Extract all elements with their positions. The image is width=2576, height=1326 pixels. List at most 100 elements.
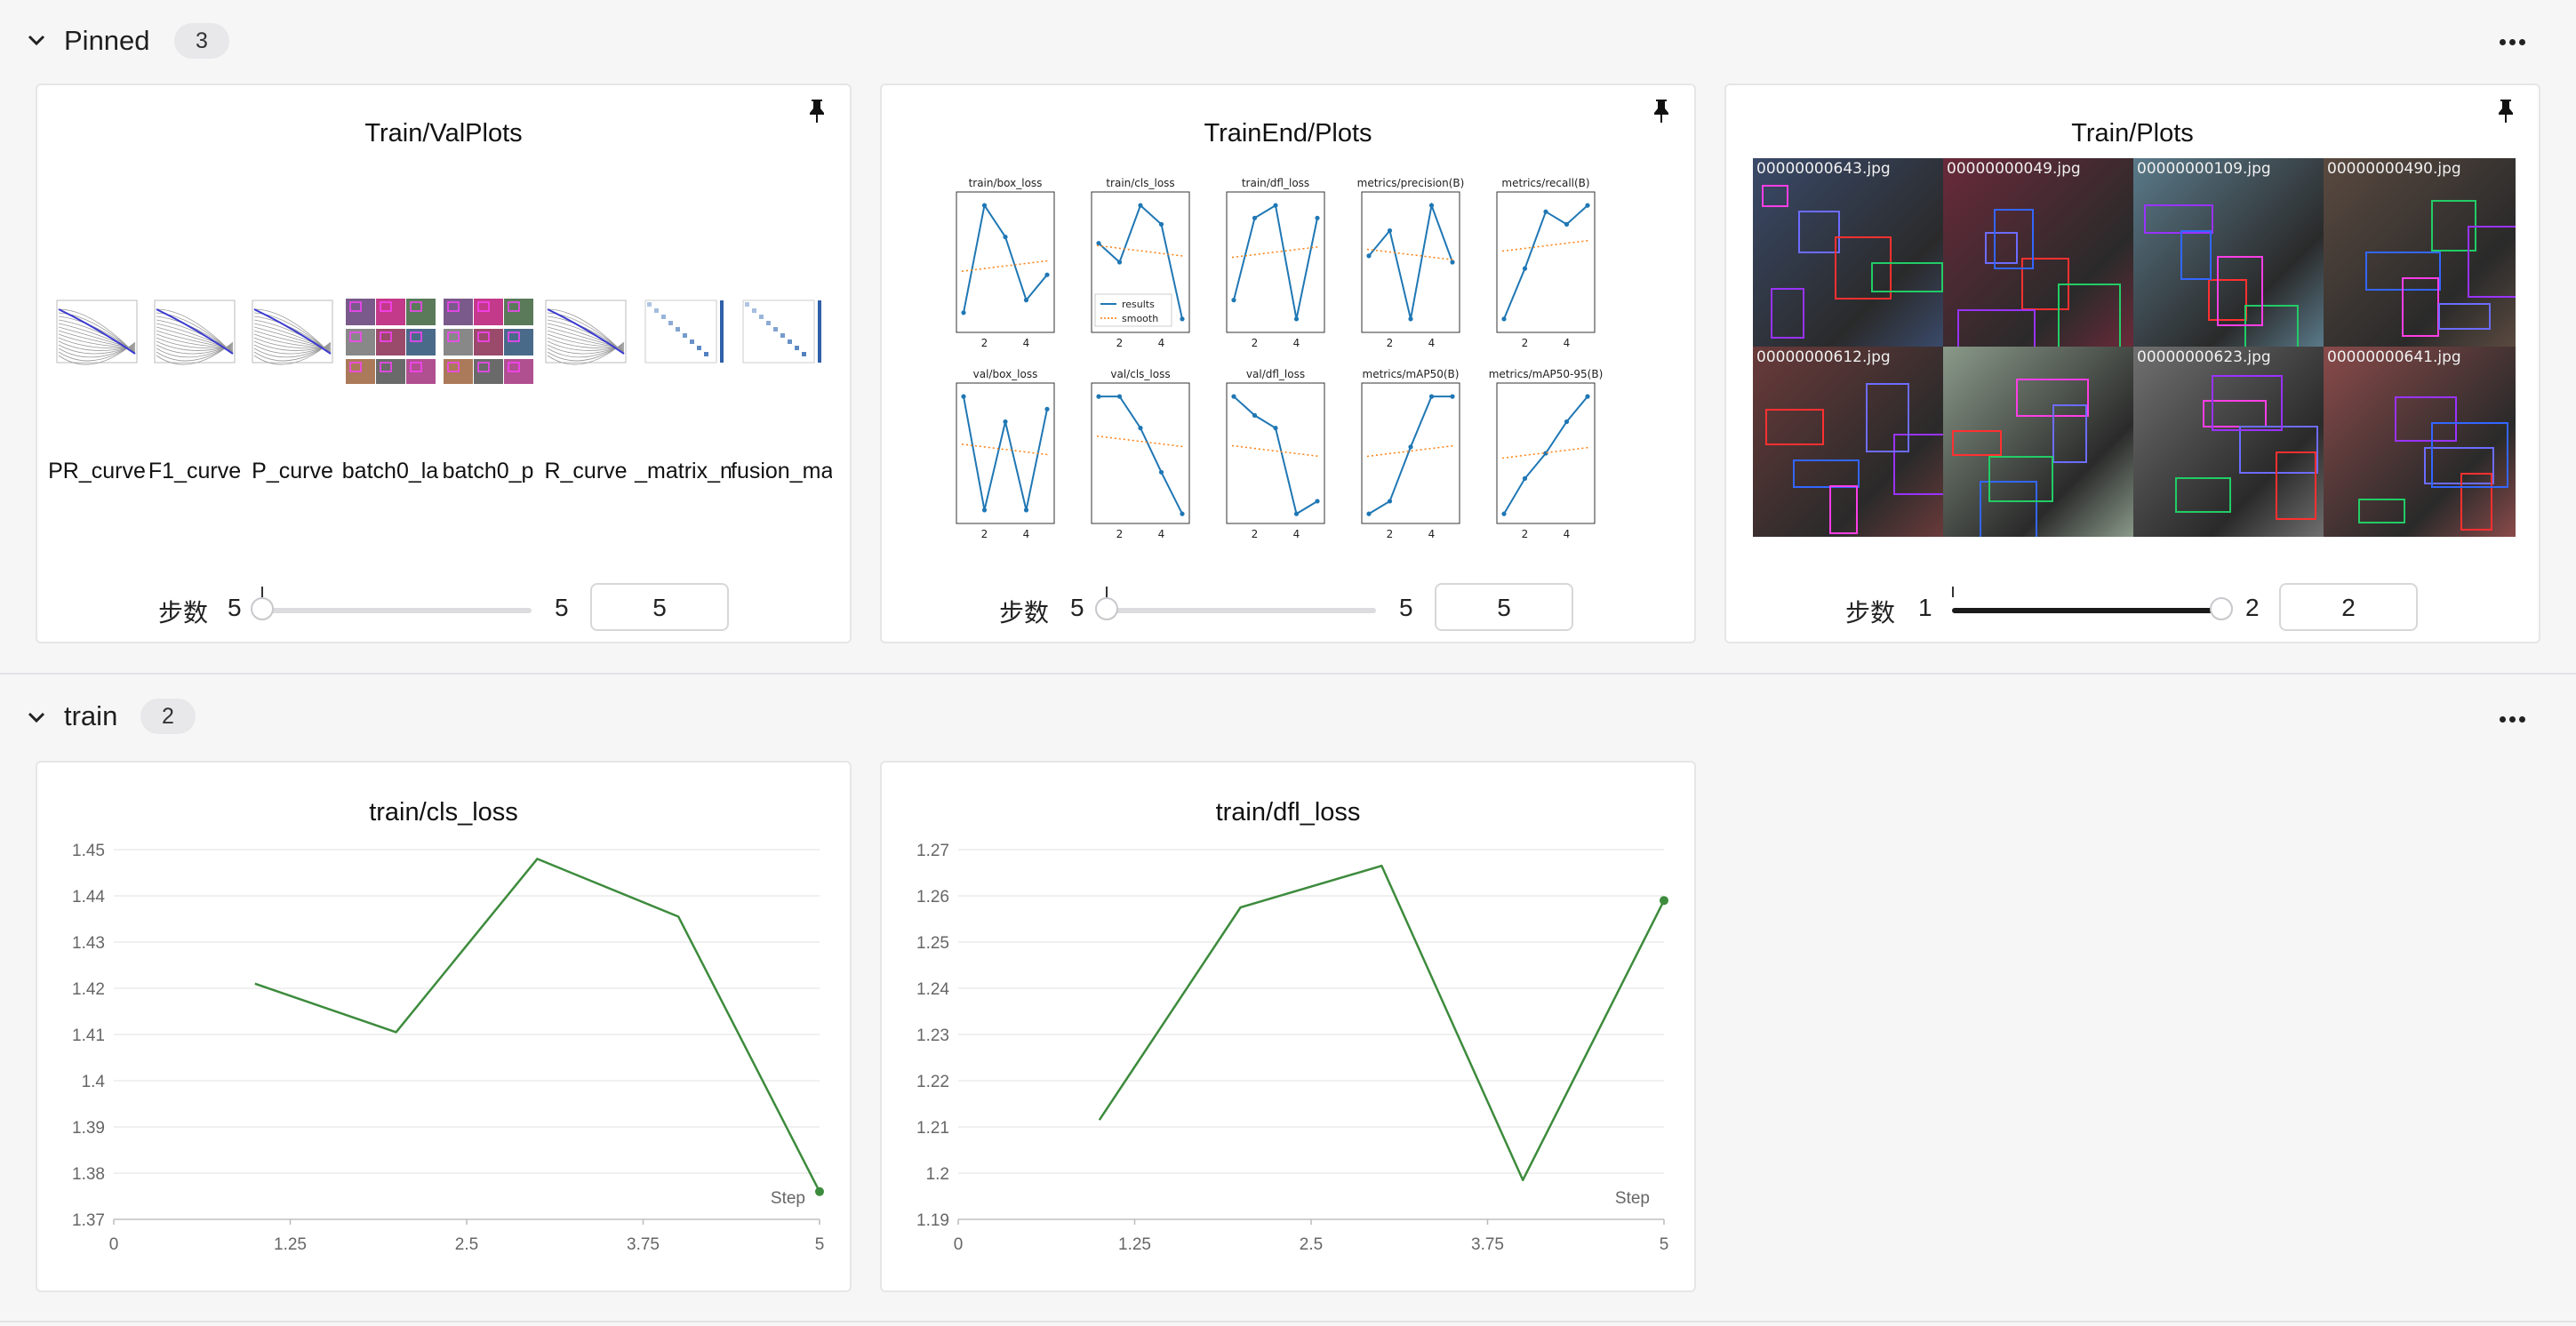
data-point — [1408, 444, 1413, 450]
thumbnail-label: batch0_la — [341, 459, 439, 483]
detection-box — [2175, 477, 2231, 513]
tick-label: 4 — [1564, 528, 1571, 540]
data-point — [1501, 316, 1507, 322]
x-tick-label: 3.75 — [1471, 1235, 1504, 1254]
detection-box — [2468, 226, 2516, 298]
more-horizontal-icon[interactable] — [2500, 34, 2535, 52]
detection-box — [2217, 256, 2263, 326]
step-min: 5 — [228, 594, 242, 621]
chart-card-train-cls-loss: train/cls_loss 1.45 1.44 1.43 1.42 1.41 1.4 1.… — [36, 761, 852, 1292]
y-tick-label: 1.37 — [72, 1211, 105, 1230]
detection-box — [2058, 284, 2121, 347]
chevron-down-icon[interactable] — [25, 706, 48, 729]
subplot-title: metrics/mAP50(B) — [1363, 368, 1460, 380]
x-tick-label: 1.25 — [1118, 1235, 1151, 1254]
y-tick-label: 1.24 — [916, 980, 949, 999]
subplot-title: train/cls_loss — [1106, 177, 1174, 189]
step-slider-thumb[interactable] — [251, 597, 274, 620]
section-title-pinned: Pinned — [64, 25, 150, 56]
results-plot-grid: train/box_loss 2 4 train/cls_loss 2 4 results s… — [956, 177, 1603, 540]
data-point — [1543, 209, 1548, 214]
chevron-down-icon[interactable] — [25, 28, 48, 52]
subplot: train/box_loss 2 4 — [956, 177, 1055, 349]
image-tile: 00000000643.jpg — [1753, 158, 1943, 347]
data-point — [1450, 394, 1455, 399]
pin-icon[interactable] — [2496, 98, 2516, 124]
thumbnail-label: F1_curve — [148, 459, 242, 483]
step-slider-track[interactable] — [1952, 608, 2219, 613]
data-point — [1158, 469, 1164, 475]
plot-thumbnail[interactable] — [52, 292, 144, 384]
plot-thumbnail[interactable] — [736, 292, 828, 384]
detection-box — [2276, 451, 2316, 520]
y-tick-label: 1.23 — [916, 1026, 949, 1045]
step-input[interactable]: 5 — [1435, 583, 1573, 631]
data-point — [1003, 419, 1008, 425]
y-tick-label: 1.19 — [916, 1211, 949, 1230]
y-tick-label: 1.43 — [72, 934, 105, 953]
step-slider-thumb[interactable] — [2210, 597, 2233, 620]
data-point — [1096, 394, 1101, 399]
data-point — [1408, 316, 1413, 322]
subplot-title: val/box_loss — [973, 368, 1038, 380]
step-control: 步数 5 5 5 — [882, 583, 1694, 636]
subplot-title: train/dfl_loss — [1242, 177, 1309, 189]
series-line — [1098, 864, 1666, 1182]
data-point — [1023, 507, 1029, 513]
step-input[interactable]: 2 — [2279, 583, 2418, 631]
thumbnail-label: R_curve — [544, 459, 628, 483]
detection-box — [2052, 404, 2087, 463]
step-input[interactable]: 5 — [590, 583, 729, 631]
plot-thumbnail[interactable] — [638, 292, 731, 384]
step-control: 步数 5 5 5 — [37, 583, 850, 636]
step-slider-thumb[interactable] — [1095, 597, 1118, 620]
panel-title: Train/Plots — [2071, 119, 2194, 148]
step-label: 步数 — [158, 599, 209, 627]
x-tick-label: 5 — [1660, 1235, 1669, 1254]
tick-label: 2 — [1116, 337, 1124, 349]
plot-thumbnail[interactable] — [345, 292, 437, 384]
data-point — [1180, 511, 1185, 516]
section-title-train: train — [64, 700, 118, 731]
step-min: 1 — [1918, 594, 1932, 621]
more-horizontal-icon[interactable] — [2500, 711, 2535, 729]
data-point — [1543, 451, 1548, 456]
series-line — [254, 858, 821, 1193]
data-point — [1387, 228, 1393, 234]
tick-label: 2 — [1252, 337, 1259, 349]
step-slider-track[interactable] — [1104, 608, 1376, 613]
plot-thumbnail[interactable] — [149, 292, 242, 384]
line-chart[interactable]: 1.27 1.26 1.25 1.24 1.23 1.22 1.21 1.2 1.19 0 1.25… — [882, 763, 1694, 1290]
slider-tick — [1952, 587, 1954, 597]
pin-icon[interactable] — [807, 98, 827, 124]
subplot: metrics/precision(B) 2 4 — [1357, 177, 1465, 349]
image-tile — [1943, 347, 2133, 537]
data-point — [1138, 203, 1143, 208]
plot-thumbnail[interactable] — [443, 292, 535, 384]
x-tick-label: 5 — [815, 1235, 825, 1254]
pin-icon[interactable] — [1652, 98, 1671, 124]
data-point — [1660, 896, 1668, 906]
data-point — [1366, 253, 1372, 259]
plot-thumbnail[interactable] — [247, 292, 340, 384]
detection-box — [1762, 185, 1788, 207]
panel-train-plots: Train/Plots 00000000643.jpg 00000000049.j… — [1724, 84, 2540, 643]
line-chart[interactable]: 1.45 1.44 1.43 1.42 1.41 1.4 1.39 1.38 1.370 1.25… — [37, 763, 850, 1290]
tile-filename: 00000000623.jpg — [2137, 348, 2271, 366]
legend-label: results — [1122, 299, 1155, 310]
training-batch-image: 00000000643.jpg 00000000049.jpg 0000000010… — [1753, 158, 2516, 537]
detection-box — [1957, 309, 2036, 347]
data-point — [815, 1186, 824, 1196]
data-point — [1044, 272, 1050, 277]
data-point — [1273, 203, 1278, 208]
section-count-badge: 3 — [174, 23, 229, 59]
step-min: 5 — [1070, 594, 1084, 621]
tick-label: 2 — [981, 337, 988, 349]
data-point — [1564, 419, 1570, 425]
panel-train-valplots: Train/ValPlots PR_curve F1_curve P_curve ba… — [36, 84, 852, 643]
detection-box — [2180, 230, 2212, 280]
data-point — [1428, 203, 1435, 208]
step-slider-track[interactable] — [260, 608, 532, 613]
plot-thumbnail[interactable] — [540, 292, 633, 384]
data-point — [1293, 511, 1300, 516]
